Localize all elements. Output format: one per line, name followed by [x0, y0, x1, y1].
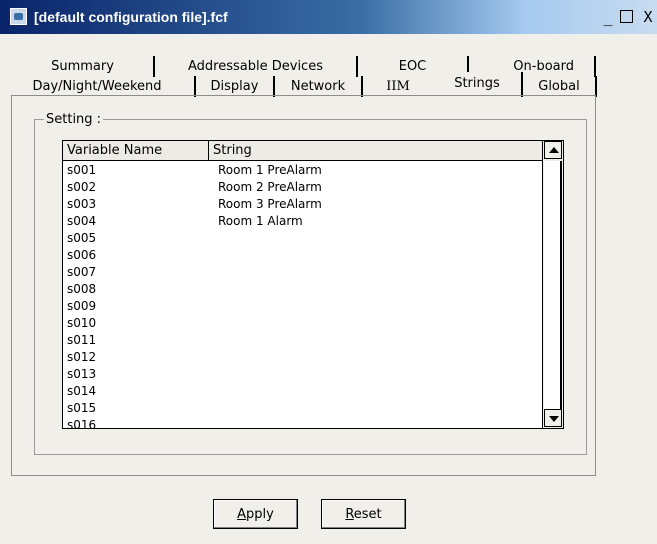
- tab-summary[interactable]: Summary: [12, 56, 155, 77]
- table-row[interactable]: s011: [63, 332, 542, 349]
- table-row[interactable]: s015: [63, 400, 542, 417]
- scroll-thumb[interactable]: [544, 161, 562, 409]
- app-icon[interactable]: [10, 8, 27, 25]
- table-row[interactable]: s001 Room 1 PreAlarm: [63, 162, 542, 179]
- table-row[interactable]: s008: [63, 281, 542, 298]
- minimize-button[interactable]: _: [600, 8, 616, 26]
- scroll-down-button[interactable]: [544, 409, 562, 427]
- column-header-string[interactable]: String: [209, 141, 542, 160]
- cell-variable-name: s009: [67, 299, 97, 313]
- table-header: Variable Name String: [63, 141, 542, 161]
- apply-mnemonic: A: [237, 507, 247, 522]
- cell-variable-name: s002: [67, 180, 97, 194]
- table-row[interactable]: s016: [63, 417, 542, 429]
- window-title: [default configuration file].fcf: [34, 9, 228, 25]
- table-row[interactable]: s007: [63, 264, 542, 281]
- reset-button[interactable]: Reset: [321, 499, 406, 529]
- arrow-up-icon: [549, 147, 559, 153]
- maximize-button[interactable]: [620, 10, 633, 23]
- close-button[interactable]: X: [640, 8, 656, 26]
- vertical-scrollbar[interactable]: [542, 141, 563, 428]
- cell-variable-name: s015: [67, 401, 97, 415]
- table-row[interactable]: s012: [63, 349, 542, 366]
- cell-variable-name: s004: [67, 214, 97, 228]
- cell-variable-name: s007: [67, 265, 97, 279]
- tab-global[interactable]: Global: [523, 76, 597, 97]
- tab-network[interactable]: Network: [275, 76, 363, 97]
- cell-variable-name: s012: [67, 350, 97, 364]
- table-row[interactable]: s010: [63, 315, 542, 332]
- apply-label-rest: pply: [246, 507, 274, 522]
- table-row[interactable]: s004 Room 1 Alarm: [63, 213, 542, 230]
- scroll-up-button[interactable]: [544, 141, 562, 159]
- table-row[interactable]: s009: [63, 298, 542, 315]
- cell-variable-name: s003: [67, 197, 97, 211]
- setting-group-title: Setting :: [44, 112, 104, 127]
- apply-button[interactable]: Apply: [213, 499, 298, 529]
- tab-display[interactable]: Display: [196, 76, 275, 97]
- cell-variable-name: s013: [67, 367, 97, 381]
- table-row[interactable]: s003 Room 3 PreAlarm: [63, 196, 542, 213]
- title-bar[interactable]: [default configuration file].fcf _ X: [0, 0, 657, 34]
- cell-string: Room 1 Alarm: [218, 214, 303, 228]
- tab-iim[interactable]: IIM: [363, 76, 433, 97]
- table-row[interactable]: s006: [63, 247, 542, 264]
- cell-variable-name: s006: [67, 248, 97, 262]
- cell-string: Room 2 PreAlarm: [218, 180, 322, 194]
- cell-string: Room 1 PreAlarm: [218, 163, 322, 177]
- column-header-variable-name[interactable]: Variable Name: [63, 141, 209, 160]
- tab-day-night-weekend[interactable]: Day/Night/Weekend: [0, 76, 196, 97]
- cell-variable-name: s008: [67, 282, 97, 296]
- cell-variable-name: s001: [67, 163, 97, 177]
- reset-mnemonic: R: [345, 507, 354, 522]
- table-row[interactable]: s014: [63, 383, 542, 400]
- strings-table[interactable]: Variable Name String s001 Room 1 PreAlarm…: [62, 140, 564, 429]
- arrow-down-icon: [549, 416, 559, 422]
- cell-variable-name: s014: [67, 384, 97, 398]
- reset-label-rest: eset: [353, 507, 382, 522]
- cell-variable-name: s016: [67, 418, 97, 429]
- cell-variable-name: s005: [67, 231, 97, 245]
- cell-variable-name: s010: [67, 316, 97, 330]
- cell-string: Room 3 PreAlarm: [218, 197, 322, 211]
- table-row[interactable]: s002 Room 2 PreAlarm: [63, 179, 542, 196]
- table-row[interactable]: s005: [63, 230, 542, 247]
- tab-addressable-devices[interactable]: Addressable Devices: [155, 56, 358, 77]
- config-window: [default configuration file].fcf _ X Sum…: [0, 0, 657, 544]
- tab-strings[interactable]: Strings: [433, 72, 523, 97]
- table-row[interactable]: s013: [63, 366, 542, 383]
- cell-variable-name: s011: [67, 333, 97, 347]
